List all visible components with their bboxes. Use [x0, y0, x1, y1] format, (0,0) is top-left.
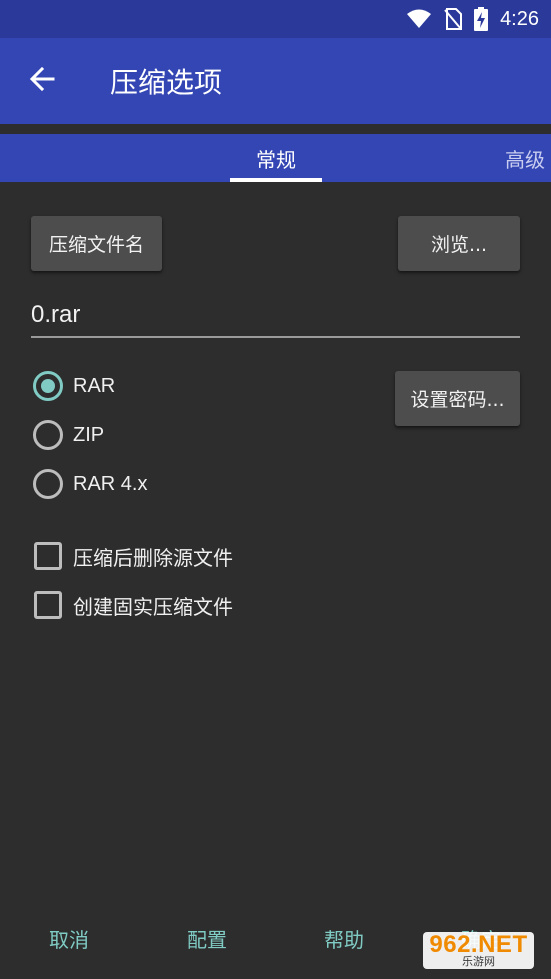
status-bar: 4:26 [0, 0, 551, 38]
wifi-icon [406, 9, 432, 29]
format-label: RAR [73, 374, 116, 397]
divider [0, 124, 551, 134]
format-radio-rar[interactable]: RAR [33, 368, 115, 404]
help-button[interactable]: 帮助 [303, 910, 385, 966]
profiles-button[interactable]: 配置 [166, 910, 248, 966]
browse-button[interactable]: 浏览... [398, 216, 520, 271]
radio-unchecked[interactable] [33, 420, 63, 450]
archive-name-field[interactable]: 0.rar [31, 294, 520, 338]
tab-general[interactable]: 常规 [230, 134, 322, 182]
app-bar: 压缩选项 [0, 38, 551, 124]
option-label: 创建固实压缩文件 [73, 594, 233, 619]
checkbox[interactable] [34, 591, 62, 619]
radio-unchecked[interactable] [33, 469, 63, 499]
delete-after-compress-option[interactable]: 压缩后删除源文件 [33, 538, 233, 574]
page-title: 压缩选项 [110, 66, 223, 99]
back-button[interactable] [0, 38, 84, 124]
format-radio-zip[interactable]: ZIP [33, 417, 104, 453]
status-time: 4:26 [500, 7, 539, 30]
cancel-button[interactable]: 取消 [28, 910, 110, 966]
watermark-main: 962.NET [429, 930, 528, 958]
tab-advanced[interactable]: 高级 [505, 134, 551, 182]
option-label: 压缩后删除源文件 [73, 545, 233, 570]
arrow-left-icon [29, 66, 55, 96]
format-radio-rar4[interactable]: RAR 4.x [33, 466, 147, 502]
radio-checked[interactable] [33, 371, 63, 401]
set-password-button[interactable]: 设置密码... [395, 371, 520, 426]
solid-archive-option[interactable]: 创建固实压缩文件 [33, 587, 233, 623]
checkbox[interactable] [34, 542, 62, 570]
battery-charging-icon [474, 7, 489, 31]
watermark-logo: 962.NET 乐游网 [410, 928, 547, 972]
no-sim-icon [444, 8, 463, 30]
format-label: RAR 4.x [73, 472, 148, 495]
archive-name-button[interactable]: 压缩文件名 [31, 216, 162, 271]
tab-bar: 常规 高级 [0, 134, 551, 182]
watermark-sub: 乐游网 [462, 955, 495, 968]
format-label: ZIP [73, 423, 105, 446]
watermark-box: 962.NET 乐游网 [423, 930, 534, 969]
